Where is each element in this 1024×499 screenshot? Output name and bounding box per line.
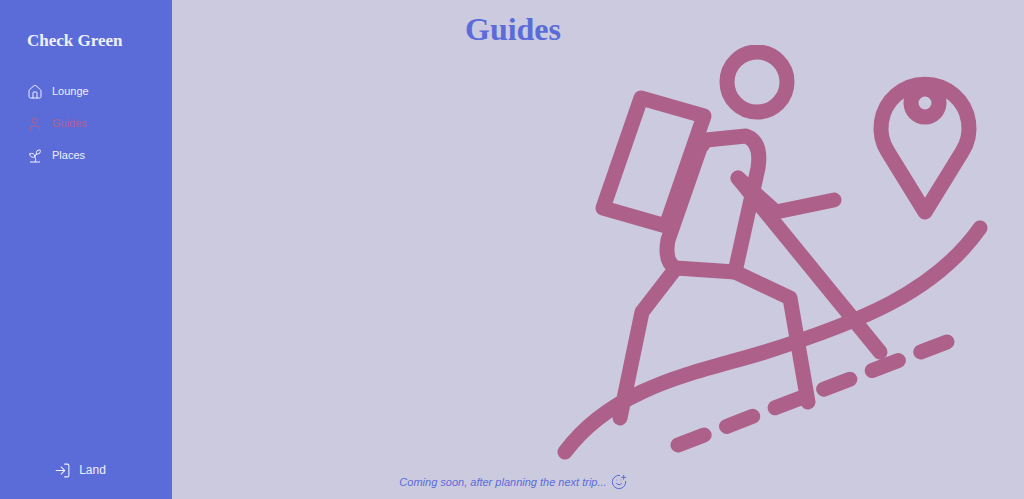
home-icon: [27, 84, 43, 100]
sidebar-nav: Lounge Guides Places: [0, 82, 172, 166]
footer-note: Coming soon, after planning the next tri…: [399, 474, 606, 491]
sidebar: Check Green Lounge Guides Places Land: [0, 0, 172, 499]
sidebar-item[interactable]: Guides: [27, 114, 172, 134]
main-content: Guides Coming soon, after planning the ne…: [172, 0, 1024, 499]
app: Check GreenLoungeGuidesPlacesLandGuidesC…: [0, 0, 1024, 499]
sidebar-item[interactable]: Lounge: [27, 82, 172, 102]
smile-icon: [611, 474, 627, 490]
user-icon: [27, 116, 43, 132]
page-title: Guides: [465, 13, 561, 45]
land-button[interactable]: Land: [0, 461, 172, 479]
sidebar-item[interactable]: Places: [27, 146, 172, 166]
login-icon: [54, 462, 71, 479]
hiker-illustration-icon: [555, 45, 995, 465]
brand: Check Green: [0, 28, 172, 54]
plant-icon: [27, 148, 43, 164]
